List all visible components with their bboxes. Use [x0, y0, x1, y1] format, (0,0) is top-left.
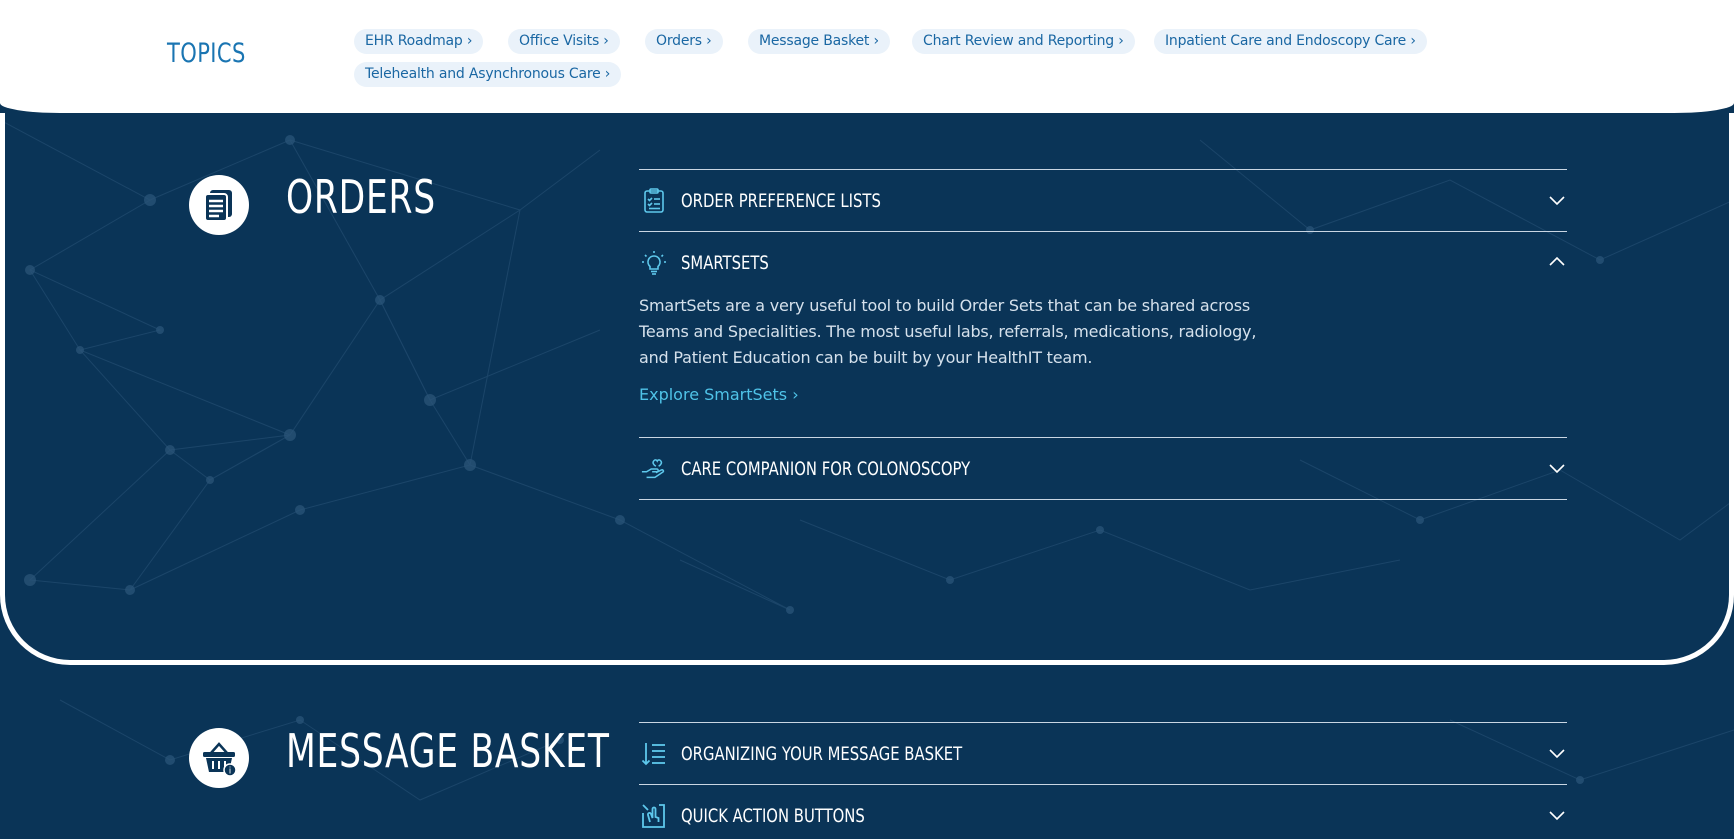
accordion-label: ORDER PREFERENCE LISTS: [681, 189, 881, 212]
caring-hand-icon: [641, 456, 667, 482]
chevron-down-icon[interactable]: [1547, 743, 1567, 763]
smartsets-description: SmartSets are a very useful tool to buil…: [639, 296, 1257, 367]
message-basket-accordion: ORGANIZING YOUR MESSAGE BASKET QUICK ACT…: [639, 722, 1567, 839]
topic-link-telehealth[interactable]: Telehealth and Asynchronous Care ›: [354, 62, 622, 87]
clipboard-checklist-icon: [641, 187, 667, 214]
topic-link-chart-review[interactable]: Chart Review and Reporting ›: [912, 29, 1135, 54]
chevron-down-icon[interactable]: [1547, 458, 1567, 478]
chevron-down-icon[interactable]: [1547, 190, 1567, 210]
lightbulb-icon: [641, 250, 667, 276]
topic-link-office-visits[interactable]: Office Visits ›: [508, 29, 620, 54]
topics-title: TOPICS: [167, 38, 246, 69]
accordion-item-quick-action-buttons: QUICK ACTION BUTTONS: [639, 784, 1567, 839]
chevron-down-icon[interactable]: [1547, 805, 1567, 825]
accordion-item-order-preference-lists: ORDER PREFERENCE LISTS: [639, 169, 1567, 231]
accordion-label: SMARTSETS: [681, 251, 769, 274]
accordion-item-smartsets: SMARTSETS SmartSets are a very useful to…: [639, 231, 1567, 437]
orders-accordion: ORDER PREFERENCE LISTS SMARTSETS SmartSe…: [639, 169, 1567, 500]
accordion-body-smartsets: SmartSets are a very useful tool to buil…: [639, 293, 1567, 437]
explore-smartsets-link[interactable]: Explore SmartSets ›: [639, 385, 799, 404]
accordion-label: ORGANIZING YOUR MESSAGE BASKET: [681, 742, 963, 765]
chevron-up-icon[interactable]: [1547, 252, 1567, 272]
sort-list-icon: [641, 741, 667, 767]
accordion-header-care-companion[interactable]: CARE COMPANION FOR COLONOSCOPY: [639, 438, 1567, 499]
accordion-header-smartsets[interactable]: SMARTSETS: [639, 232, 1567, 293]
orders-section-title: ORDERS: [286, 170, 436, 224]
topics-bar: TOPICS EHR Roadmap › Office Visits › Ord…: [0, 0, 1734, 113]
accordion-label: CARE COMPANION FOR COLONOSCOPY: [681, 457, 971, 480]
document-list-icon: [189, 175, 249, 235]
accordion-item-organizing-message-basket: ORGANIZING YOUR MESSAGE BASKET: [639, 722, 1567, 784]
message-basket-section-title: MESSAGE BASKET: [286, 724, 610, 778]
topic-link-ehr-roadmap[interactable]: EHR Roadmap ›: [354, 29, 484, 54]
accordion-header-organizing-message-basket[interactable]: ORGANIZING YOUR MESSAGE BASKET: [639, 723, 1567, 784]
tap-button-icon: [641, 803, 667, 829]
topic-link-inpatient-care[interactable]: Inpatient Care and Endoscopy Care ›: [1154, 29, 1427, 54]
basket-icon: i: [189, 728, 249, 788]
topic-link-message-basket[interactable]: Message Basket ›: [748, 29, 890, 54]
accordion-header-quick-action-buttons[interactable]: QUICK ACTION BUTTONS: [639, 785, 1567, 839]
svg-text:i: i: [229, 767, 232, 777]
accordion-label: QUICK ACTION BUTTONS: [681, 804, 865, 827]
topic-link-orders[interactable]: Orders ›: [645, 29, 723, 54]
accordion-item-care-companion: CARE COMPANION FOR COLONOSCOPY: [639, 437, 1567, 500]
accordion-header-order-preference-lists[interactable]: ORDER PREFERENCE LISTS: [639, 170, 1567, 231]
